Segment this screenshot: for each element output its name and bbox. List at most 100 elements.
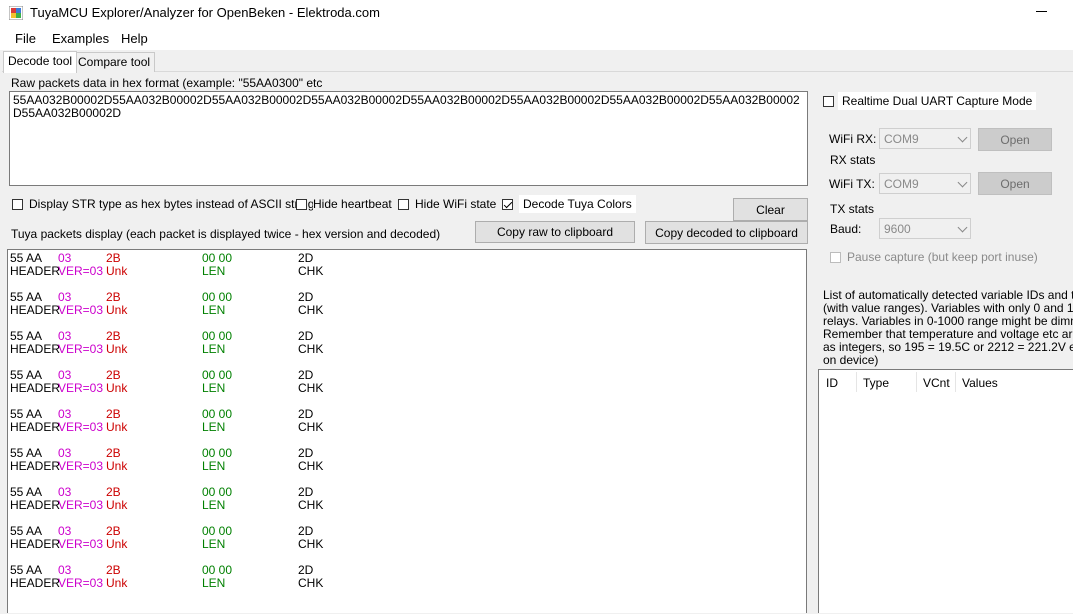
decoded-version: VER=03: [58, 537, 104, 551]
variables-info-line: on device): [823, 353, 879, 367]
wifi-rx-port-select[interactable]: COM9: [879, 128, 971, 149]
option-hide-wifi[interactable]: Hide WiFi state: [398, 195, 501, 213]
pause-capture-label: Pause capture (but keep port inuse): [847, 250, 1038, 264]
decoded-command: Unk: [106, 342, 128, 356]
packet-entry: 55 AA 03 2B 00 00 2D HEADER VER=03 Unk L…: [8, 330, 798, 356]
baud-value: 9600: [884, 221, 911, 236]
decoded-command: Unk: [106, 576, 128, 590]
decoded-version: VER=03: [58, 459, 104, 473]
minimize-icon[interactable]: [1036, 11, 1047, 12]
window-title: TuyaMCU Explorer/Analyzer for OpenBeken …: [30, 5, 380, 20]
option-str-hex[interactable]: Display STR type as hex bytes instead of…: [12, 195, 319, 213]
decoded-version: VER=03: [58, 576, 104, 590]
decoded-length: LEN: [202, 303, 226, 317]
decoded-version: VER=03: [58, 498, 104, 512]
column-header-type[interactable]: Type: [863, 376, 889, 390]
decoded-command: Unk: [106, 303, 128, 317]
hide-heartbeat-checkbox[interactable]: [296, 198, 307, 210]
str-hex-checkbox[interactable]: [12, 198, 23, 210]
decoded-command: Unk: [106, 381, 128, 395]
hide-wifi-label: Hide WiFi state: [415, 195, 501, 213]
decoded-header: HEADER: [10, 264, 61, 278]
decoded-length: LEN: [202, 420, 226, 434]
decoded-header: HEADER: [10, 576, 61, 590]
packet-entry: 55 AA 03 2B 00 00 2D HEADER VER=03 Unk L…: [8, 486, 798, 512]
packet-entry: 55 AA 03 2B 00 00 2D HEADER VER=03 Unk L…: [8, 564, 798, 590]
column-header-vcnt[interactable]: VCnt: [923, 376, 950, 390]
decoded-checksum: CHK: [298, 264, 324, 278]
wifi-tx-label: WiFi TX:: [829, 177, 875, 191]
packet-entry: 55 AA 03 2B 00 00 2D HEADER VER=03 Unk L…: [8, 525, 798, 551]
option-pause-capture[interactable]: Pause capture (but keep port inuse): [830, 250, 1038, 264]
decoded-header: HEADER: [10, 537, 61, 551]
hide-heartbeat-label: Hide heartbeat: [313, 195, 396, 213]
copy-decoded-button[interactable]: Copy decoded to clipboard: [645, 221, 808, 244]
hide-wifi-checkbox[interactable]: [398, 198, 409, 210]
column-divider[interactable]: [916, 372, 917, 392]
menu-file[interactable]: File: [15, 31, 36, 46]
decoded-length: LEN: [202, 459, 226, 473]
decoded-version: VER=03: [58, 342, 104, 356]
open-tx-button[interactable]: Open: [978, 172, 1052, 195]
wifi-tx-port-select[interactable]: COM9: [879, 173, 971, 194]
decoded-header: HEADER: [10, 381, 61, 395]
decoded-command: Unk: [106, 537, 128, 551]
packet-entry: 55 AA 03 2B 00 00 2D HEADER VER=03 Unk L…: [8, 408, 798, 434]
app-icon: [9, 6, 23, 20]
decoded-length: LEN: [202, 381, 226, 395]
decoded-checksum: CHK: [298, 576, 324, 590]
decode-colors-label: Decode Tuya Colors: [519, 195, 636, 213]
column-divider[interactable]: [856, 372, 857, 392]
tx-stats-label: TX stats: [830, 202, 875, 216]
option-realtime-capture[interactable]: Realtime Dual UART Capture Mode: [823, 92, 1037, 110]
chevron-down-icon: [957, 222, 968, 233]
decoded-header: HEADER: [10, 303, 61, 317]
decoded-command: Unk: [106, 420, 128, 434]
str-hex-label: Display STR type as hex bytes instead of…: [29, 195, 319, 213]
pause-capture-checkbox[interactable]: [830, 251, 841, 263]
menu-help[interactable]: Help: [121, 31, 148, 46]
open-rx-button[interactable]: Open: [978, 128, 1052, 151]
decoded-length: LEN: [202, 264, 226, 278]
variables-table[interactable]: ID Type VCnt Values: [818, 369, 1073, 613]
chevron-down-icon: [957, 132, 968, 143]
menu-examples[interactable]: Examples: [52, 31, 109, 46]
decoded-checksum: CHK: [298, 420, 324, 434]
decoded-header: HEADER: [10, 420, 61, 434]
tab-decode-tool[interactable]: Decode tool: [3, 51, 78, 73]
packet-entry: 55 AA 03 2B 00 00 2D HEADER VER=03 Unk L…: [8, 252, 798, 278]
decoded-checksum: CHK: [298, 459, 324, 473]
raw-hex-input[interactable]: 55AA032B00002D55AA032B00002D55AA032B0000…: [9, 91, 808, 186]
wifi-tx-port-value: COM9: [884, 176, 919, 191]
copy-raw-button[interactable]: Copy raw to clipboard: [475, 221, 635, 243]
column-divider[interactable]: [955, 372, 956, 392]
option-decode-colors[interactable]: Decode Tuya Colors: [502, 195, 636, 213]
wifi-rx-port-value: COM9: [884, 131, 919, 146]
realtime-capture-label: Realtime Dual UART Capture Mode: [838, 92, 1037, 110]
decoded-length: LEN: [202, 576, 226, 590]
packets-display[interactable]: 55 AA 03 2B 00 00 2D HEADER VER=03 Unk L…: [7, 249, 807, 613]
decoded-header: HEADER: [10, 459, 61, 473]
packet-entry: 55 AA 03 2B 00 00 2D HEADER VER=03 Unk L…: [8, 369, 798, 395]
packet-entry: 55 AA 03 2B 00 00 2D HEADER VER=03 Unk L…: [8, 447, 798, 473]
decoded-checksum: CHK: [298, 381, 324, 395]
realtime-capture-checkbox[interactable]: [823, 95, 834, 107]
column-header-id[interactable]: ID: [826, 376, 838, 390]
decoded-header: HEADER: [10, 342, 61, 356]
decode-colors-checkbox[interactable]: [502, 198, 513, 210]
clear-button[interactable]: Clear: [733, 198, 808, 221]
decoded-checksum: CHK: [298, 498, 324, 512]
decoded-version: VER=03: [58, 303, 104, 317]
decoded-command: Unk: [106, 264, 128, 278]
column-header-values[interactable]: Values: [962, 376, 998, 390]
decoded-checksum: CHK: [298, 342, 324, 356]
decoded-command: Unk: [106, 498, 128, 512]
decoded-length: LEN: [202, 498, 226, 512]
baud-select[interactable]: 9600: [879, 218, 971, 239]
packets-display-label: Tuya packets display (each packet is dis…: [11, 227, 441, 241]
rx-stats-label: RX stats: [830, 153, 876, 167]
packet-entry: 55 AA 03 2B 00 00 2D HEADER VER=03 Unk L…: [8, 291, 798, 317]
option-hide-heartbeat[interactable]: Hide heartbeat: [296, 195, 396, 213]
tab-compare-tool[interactable]: Compare tool: [73, 52, 156, 72]
decoded-length: LEN: [202, 342, 226, 356]
